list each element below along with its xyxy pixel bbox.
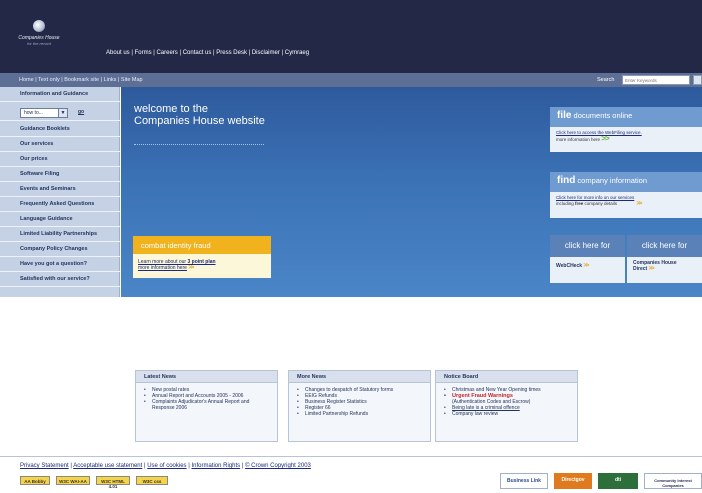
sidebar-item-language-guidance[interactable]: Language Guidance xyxy=(0,212,120,227)
community-interest-companies-logo[interactable]: Community Interest Companies xyxy=(644,473,702,489)
sidebar-item-our-prices[interactable]: Our prices xyxy=(0,152,120,167)
double-chevron-right-icon: >> xyxy=(648,266,655,272)
ch-direct-panel[interactable]: click here for Companies House Direct >> xyxy=(627,235,702,283)
w3c-html-badge[interactable]: W3C HTML 4.01 xyxy=(96,476,130,489)
logo-tagline: for the record xyxy=(27,41,51,46)
howto-go-button[interactable]: go xyxy=(78,109,84,115)
business-link-logo[interactable]: Business Link xyxy=(500,473,548,489)
ch-direct-heading: click here for xyxy=(627,235,702,257)
dti-logo[interactable]: dti xyxy=(598,473,638,489)
more-news-box: More News Changes to despatch of Statuto… xyxy=(288,370,431,442)
webcheck-panel[interactable]: click here for WebCHeck >> xyxy=(550,235,625,283)
howto-select[interactable]: how to... ▼ xyxy=(20,108,68,118)
sidebar-item-guidance-booklets[interactable]: Guidance Booklets xyxy=(0,122,120,137)
sidebar-item-llp[interactable]: Limited Liability Partnerships xyxy=(0,227,120,242)
sidebar-item-our-services[interactable]: Our services xyxy=(0,137,120,152)
find-panel-title-bold: find xyxy=(557,175,576,186)
sidebar-item-events-and-seminars[interactable]: Events and Seminars xyxy=(0,182,120,197)
footer-links: Privacy Statement | Acceptable use state… xyxy=(20,463,311,469)
cookies-link[interactable]: Use of cookies xyxy=(147,463,186,469)
acceptable-use-link[interactable]: Acceptable use statement xyxy=(73,463,142,469)
ch-direct-label-2: Direct xyxy=(633,266,648,272)
sidebar: Information and Guidance how to... ▼ go … xyxy=(0,87,120,297)
find-more-post: company details xyxy=(583,200,618,206)
more-news-item[interactable]: Limited Partnership Refunds xyxy=(297,411,426,417)
file-panel-title: documents online xyxy=(571,111,633,120)
sidebar-item-satisfied[interactable]: Satisfied with our service? xyxy=(0,272,120,287)
directgov-logo[interactable]: Directgov xyxy=(554,473,592,489)
howto-row: how to... ▼ go xyxy=(0,104,120,121)
utility-links[interactable]: Home | Text only | Bookmark site | Links… xyxy=(19,77,143,83)
sidebar-item-company-policy-changes[interactable]: Company Policy Changes xyxy=(0,242,120,257)
sidebar-item-information-and-guidance[interactable]: Information and Guidance xyxy=(0,87,120,102)
sidebar-item-software-filing[interactable]: Software Filing xyxy=(0,167,120,182)
click-here-panels: click here for WebCHeck >> click here fo… xyxy=(550,235,702,283)
search-go-button[interactable] xyxy=(693,75,702,85)
howto-selected-value: how to... xyxy=(24,110,43,116)
notice-board-box: Notice Board Christmas and New Year Open… xyxy=(435,370,578,442)
utility-navigation-bar: Home | Text only | Bookmark site | Links… xyxy=(0,73,702,87)
bobby-badge[interactable]: AA Bobby xyxy=(20,476,50,485)
welcome-heading: welcome to the Companies House website xyxy=(134,103,265,127)
welcome-line-1: welcome to the xyxy=(134,103,208,115)
sidebar-item-faq[interactable]: Frequently Asked Questions xyxy=(0,197,120,212)
find-more-pre: including xyxy=(556,200,576,206)
webcheck-label: WebCHeck xyxy=(556,263,583,269)
latest-news-box: Latest News New postal rates Annual Repo… xyxy=(135,370,278,442)
find-more-row: including free company details >> xyxy=(556,201,702,208)
search-input[interactable] xyxy=(622,75,690,85)
ch-direct-body: Companies House Direct >> xyxy=(627,257,702,283)
more-news-heading: More News xyxy=(289,371,430,383)
notice-item[interactable]: Company law review xyxy=(444,411,573,417)
fraud-panel-body: Learn more about our 3 point plan more i… xyxy=(133,254,271,278)
sidebar-item-have-a-question[interactable]: Have you got a question? xyxy=(0,257,120,272)
chevron-down-icon: ▼ xyxy=(58,109,67,117)
double-chevron-right-icon: >> xyxy=(583,263,589,269)
search-label: Search xyxy=(597,77,615,83)
ch-direct-row-2: Direct >> xyxy=(633,266,702,272)
site-header: Companies House for the record About us … xyxy=(0,0,702,73)
file-panel-title-bold: file xyxy=(557,110,572,121)
footer-divider xyxy=(0,456,702,457)
file-panel-heading: file documents online xyxy=(550,107,702,127)
find-panel-heading: find company information xyxy=(550,172,702,192)
notice-board-heading: Notice Board xyxy=(436,371,577,383)
latest-news-heading: Latest News xyxy=(136,371,277,383)
companies-house-logo[interactable]: Companies House for the record xyxy=(16,20,62,66)
fraud-more-link[interactable]: more information here xyxy=(138,265,187,271)
information-rights-link[interactable]: Information Rights xyxy=(191,463,240,469)
copyright-link[interactable]: © Crown Copyright 2003 xyxy=(245,463,311,469)
webcheck-body: WebCHeck >> xyxy=(550,257,625,283)
double-chevron-right-icon: >> xyxy=(601,133,609,143)
double-chevron-right-icon: >> xyxy=(188,265,194,271)
file-panel-body: Click here to access the WebFiling servi… xyxy=(550,127,702,152)
w3c-wai-badge[interactable]: W3C WAI-AA xyxy=(56,476,90,485)
fraud-panel-heading: combat identity fraud xyxy=(133,236,271,254)
file-more-link[interactable]: more information here xyxy=(556,137,600,142)
double-chevron-right-icon: >> xyxy=(636,200,642,207)
welcome-line-2: Companies House website xyxy=(134,115,265,127)
welcome-divider xyxy=(134,144,264,145)
logo-emblem-icon xyxy=(33,20,45,32)
latest-news-item[interactable]: Complaints Adjudicator's Annual Report a… xyxy=(144,399,273,411)
privacy-link[interactable]: Privacy Statement xyxy=(20,463,69,469)
fraud-more-row: more information here >> xyxy=(138,265,271,271)
webcheck-heading: click here for xyxy=(550,235,625,257)
top-navigation-links[interactable]: About us | Forms | Careers | Contact us … xyxy=(106,50,309,56)
w3c-css-badge[interactable]: W3C css xyxy=(136,476,168,485)
find-panel-title: company information xyxy=(575,176,648,185)
file-more-row: more information here >> xyxy=(556,133,702,143)
find-panel-body: Click here for more info on our services… xyxy=(550,192,702,218)
